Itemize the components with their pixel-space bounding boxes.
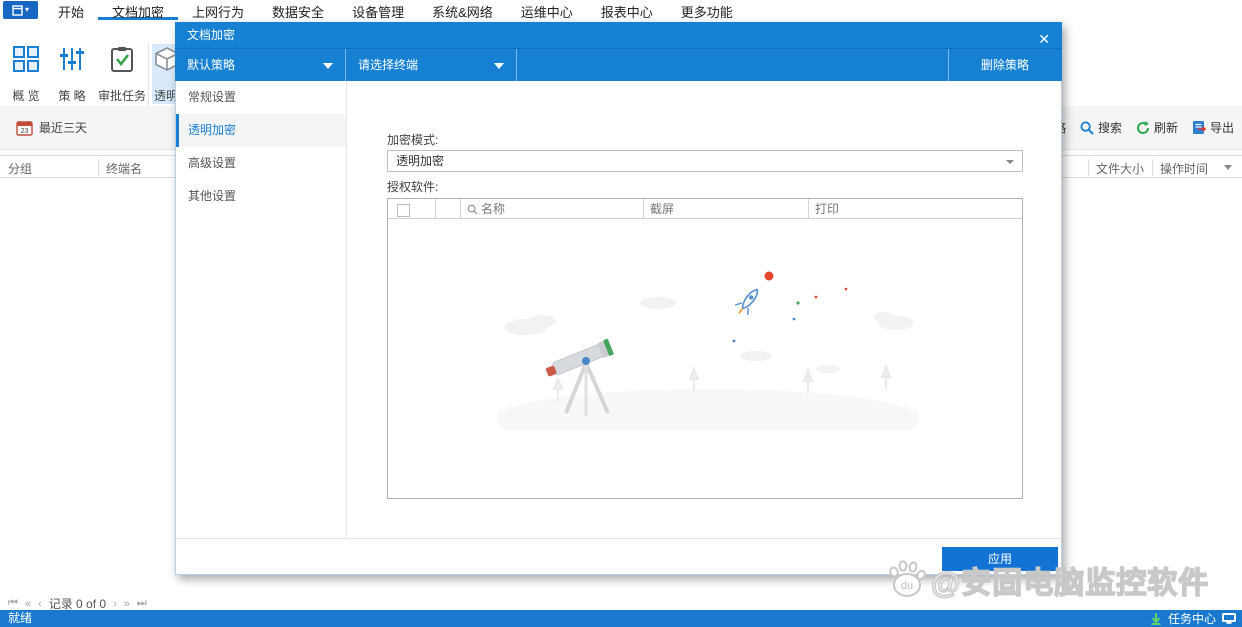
- column-header-group[interactable]: 分组: [8, 160, 32, 177]
- column-separator[interactable]: [1088, 159, 1089, 176]
- last-page-icon[interactable]: ⏭: [137, 597, 147, 610]
- refresh-icon: [1136, 120, 1149, 134]
- policy-dropdown[interactable]: 默认策略: [175, 49, 345, 82]
- fast-rewind-icon[interactable]: «: [25, 598, 31, 610]
- terminal-dropdown[interactable]: 请选择终端: [346, 49, 516, 82]
- app-menu-button[interactable]: ▾: [3, 1, 38, 19]
- sidebar-item-other-settings[interactable]: 其他设置: [176, 180, 346, 213]
- chevron-down-icon: [494, 63, 504, 69]
- ribbon-policy-label: 策 略: [58, 89, 86, 103]
- authorized-software-table: 名称 截屏 打印: [387, 198, 1023, 499]
- clipboard-check-icon: [109, 44, 135, 74]
- software-name-header-label: 名称: [481, 202, 506, 216]
- header-separator: [516, 49, 517, 82]
- authorized-software-label: 授权软件:: [387, 180, 439, 194]
- calendar-day-number: 23: [21, 128, 29, 135]
- select-all-cell: [388, 199, 435, 219]
- next-page-icon[interactable]: ›: [113, 598, 117, 610]
- task-center-button[interactable]: 任务中心: [1168, 610, 1216, 627]
- export-action-button[interactable]: 导出: [1192, 119, 1234, 136]
- terminal-dropdown-placeholder: 请选择终端: [358, 58, 419, 72]
- menu-tab-start[interactable]: 开始: [44, 0, 98, 20]
- download-arrow-icon: [1151, 612, 1161, 625]
- screenshot-header[interactable]: 截屏: [643, 199, 808, 219]
- column-separator[interactable]: [1152, 159, 1153, 176]
- chevron-down-icon: [323, 63, 333, 69]
- search-action-button[interactable]: 搜索: [1080, 119, 1122, 136]
- empty-state-illustration: [498, 271, 918, 431]
- menu-tab-report-center[interactable]: 报表中心: [587, 0, 667, 20]
- menu-tab-device-management[interactable]: 设备管理: [338, 0, 418, 20]
- refresh-action-label: 刷新: [1153, 121, 1178, 135]
- chevron-down-icon: [1006, 160, 1014, 164]
- ribbon-overview-label: 概 览: [12, 89, 40, 103]
- encrypt-mode-select[interactable]: 透明加密: [387, 150, 1023, 172]
- refresh-action-button[interactable]: 刷新: [1136, 119, 1178, 136]
- spacer-cell: [435, 199, 460, 219]
- status-bar: 就绪 任务中心: [0, 610, 1242, 627]
- policy-dropdown-value: 默认策略: [187, 58, 236, 72]
- app-window-icon: [12, 4, 23, 16]
- first-page-icon[interactable]: ⏮: [8, 597, 18, 610]
- grid-icon: [13, 44, 39, 74]
- menu-tab-doc-encryption[interactable]: 文档加密: [98, 0, 179, 20]
- menu-tabs: 开始 文档加密 上网行为 数据安全 设备管理 系统&网络 运维中心 报表中心 更…: [44, 0, 747, 20]
- search-icon: [1080, 121, 1094, 135]
- ribbon-approval-tasks-button[interactable]: 审批任务: [96, 44, 148, 104]
- document-encryption-dialog: 文档加密 ✕ 默认策略 请选择终端 删除策略 常规设置 透明加密 高级设置 其他…: [175, 22, 1062, 575]
- software-name-header[interactable]: 名称: [460, 199, 643, 219]
- sidebar-item-transparent-encryption[interactable]: 透明加密: [176, 114, 346, 147]
- calendar-icon: 23: [16, 120, 33, 136]
- dialog-title: 文档加密: [187, 28, 236, 42]
- menu-tab-more-features[interactable]: 更多功能: [667, 0, 747, 20]
- print-header[interactable]: 打印: [808, 199, 1023, 219]
- menu-tab-data-security[interactable]: 数据安全: [258, 0, 338, 20]
- menu-tab-ops-center[interactable]: 运维中心: [507, 0, 587, 20]
- monitor-icon[interactable]: [1222, 613, 1236, 624]
- prev-page-icon[interactable]: ‹: [38, 598, 42, 610]
- export-icon: [1192, 121, 1206, 134]
- rocket-illustration: [732, 271, 848, 343]
- sidebar-item-general-settings[interactable]: 常规设置: [176, 81, 346, 114]
- date-filter[interactable]: 23 最近三天: [16, 119, 87, 136]
- sliders-icon: [59, 44, 85, 74]
- app-menu-arrow-icon: ▾: [24, 5, 29, 14]
- ribbon-approval-tasks-label: 审批任务: [97, 89, 146, 103]
- sidebar-divider: [346, 81, 347, 538]
- encrypt-mode-value: 透明加密: [396, 154, 445, 168]
- dialog-sidebar: 常规设置 透明加密 高级设置 其他设置: [176, 81, 346, 213]
- column-separator[interactable]: [98, 159, 99, 176]
- ribbon-policy-button[interactable]: 策 略: [50, 44, 94, 104]
- column-header-operation-time[interactable]: 操作时间: [1160, 160, 1208, 177]
- export-action-label: 导出: [1209, 121, 1234, 135]
- encrypt-mode-label: 加密模式:: [387, 133, 439, 147]
- menu-tab-web-behavior[interactable]: 上网行为: [178, 0, 258, 20]
- search-action-label: 搜索: [1097, 121, 1122, 135]
- select-all-checkbox[interactable]: [397, 204, 410, 217]
- menu-tab-system-network[interactable]: 系统&网络: [418, 0, 507, 20]
- search-icon: [467, 204, 478, 215]
- status-ready-text: 就绪: [8, 611, 33, 625]
- apply-button[interactable]: 应用: [942, 547, 1058, 571]
- paw-logo-text: du: [901, 580, 913, 592]
- column-menu-arrow-icon[interactable]: [1224, 165, 1232, 170]
- menu-bar: ▾ 开始 文档加密 上网行为 数据安全 设备管理 系统&网络 运维中心 报表中心…: [0, 0, 1242, 20]
- footer-divider: [176, 538, 1061, 539]
- sidebar-item-advanced-settings[interactable]: 高级设置: [176, 147, 346, 180]
- delete-policy-button[interactable]: 删除策略: [948, 49, 1062, 82]
- fast-forward-icon[interactable]: »: [124, 598, 130, 610]
- column-header-terminal-name[interactable]: 终端名: [106, 160, 142, 177]
- date-filter-label: 最近三天: [39, 121, 88, 135]
- column-header-file-size[interactable]: 文件大小: [1096, 160, 1144, 177]
- dialog-header-row: 默认策略 请选择终端 删除策略: [175, 48, 1062, 82]
- software-table-header: 名称 截屏 打印: [388, 199, 1022, 219]
- ribbon-overview-button[interactable]: 概 览: [4, 44, 48, 104]
- dialog-title-bar[interactable]: 文档加密 ✕: [175, 22, 1062, 48]
